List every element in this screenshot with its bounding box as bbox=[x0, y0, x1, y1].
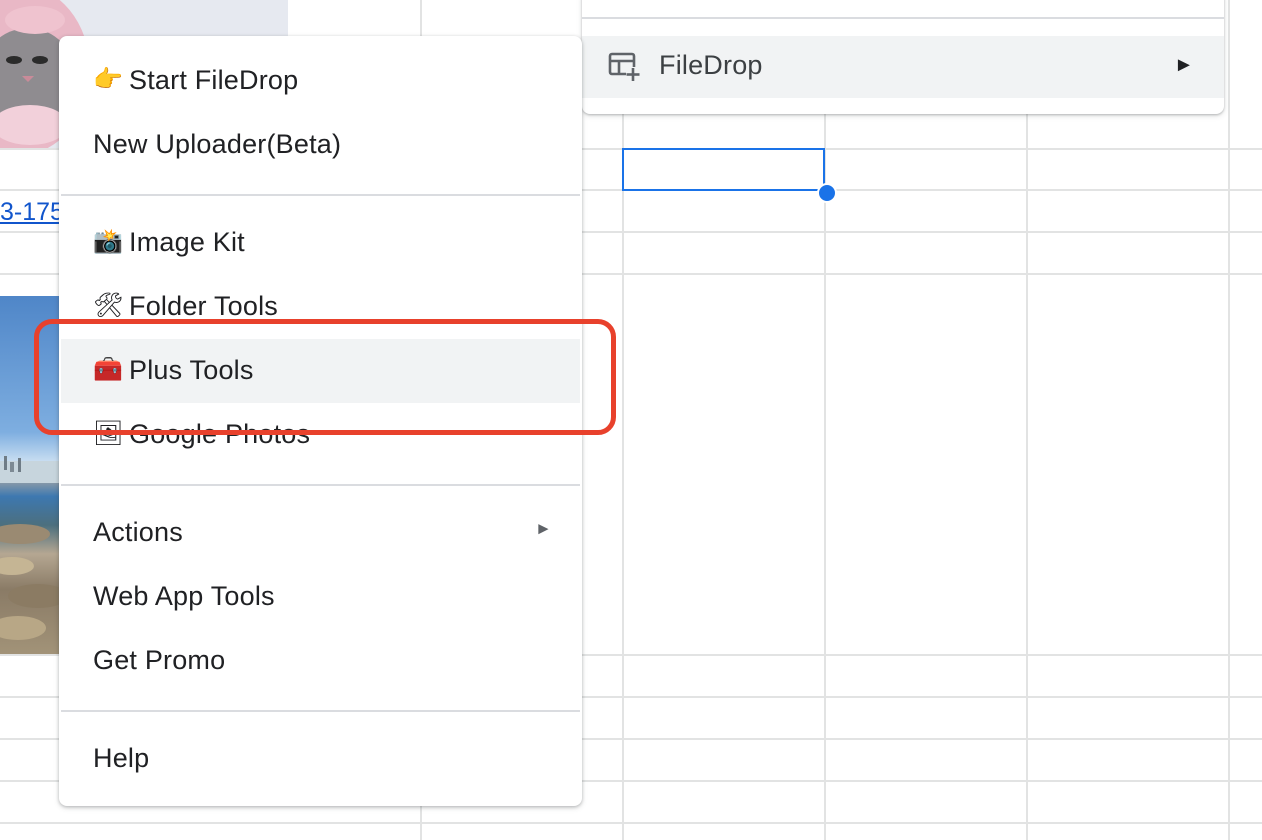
menu-item-label: Help bbox=[93, 743, 150, 773]
row-line bbox=[0, 822, 1262, 824]
menu-item-new-uploader[interactable]: New Uploader(Beta) bbox=[61, 113, 580, 177]
tools-icon: 🛠 bbox=[93, 292, 124, 319]
menu-item-label: FileDrop bbox=[659, 50, 763, 80]
menu-item-help[interactable]: Help bbox=[61, 727, 580, 791]
menu-item-label: New Uploader(Beta) bbox=[93, 129, 342, 159]
menu-item-web-app-tools[interactable]: Web App Tools bbox=[61, 565, 580, 629]
menu-item-actions[interactable]: Actions ► bbox=[61, 501, 580, 565]
selected-cell[interactable] bbox=[622, 148, 825, 191]
camera-flash-icon: 📸 bbox=[93, 228, 123, 255]
menu-item-plus-tools[interactable]: 🧰 Plus Tools bbox=[61, 339, 580, 403]
submenu-arrow-icon: ► bbox=[1174, 54, 1194, 76]
menu-item-image-kit[interactable]: 📸 Image Kit bbox=[61, 211, 580, 275]
menu-item-label: Image Kit bbox=[129, 227, 245, 257]
table-add-icon bbox=[608, 52, 642, 82]
menu-item-label: Google Photos bbox=[129, 419, 311, 449]
lake-image-thumbnail[interactable] bbox=[0, 296, 60, 654]
toolbox-icon: 🧰 bbox=[93, 356, 123, 383]
menu-item-google-photos[interactable]: 🖼 Google Photos bbox=[61, 403, 580, 467]
column-line bbox=[1026, 0, 1028, 840]
menu-separator bbox=[61, 194, 580, 196]
menu-separator bbox=[61, 484, 580, 486]
menu-item-label: Plus Tools bbox=[129, 355, 254, 385]
menu-item-label: Folder Tools bbox=[129, 291, 278, 321]
framed-picture-icon: 🖼 bbox=[93, 420, 124, 447]
menu-item-label: Web App Tools bbox=[93, 581, 275, 611]
menu-item-get-promo[interactable]: Get Promo bbox=[61, 629, 580, 693]
menu-item-filedrop[interactable]: FileDrop ► bbox=[582, 36, 1224, 98]
pointing-hand-icon: 👉 bbox=[93, 66, 123, 93]
filedrop-submenu: 👉 Start FileDrop New Uploader(Beta) 📸 Im… bbox=[59, 36, 582, 806]
extensions-menu: FileDrop ► bbox=[582, 0, 1224, 114]
column-line bbox=[1228, 0, 1230, 840]
cell-link[interactable]: 3-175 bbox=[0, 198, 64, 227]
menu-item-label: Get Promo bbox=[93, 645, 226, 675]
column-line bbox=[622, 0, 624, 840]
menu-item-label: Actions bbox=[93, 517, 183, 547]
menu-item-start-filedrop[interactable]: 👉 Start FileDrop bbox=[61, 49, 580, 113]
submenu-arrow-icon: ► bbox=[535, 519, 552, 538]
menu-separator bbox=[61, 710, 580, 712]
menu-item-folder-tools[interactable]: 🛠 Folder Tools bbox=[61, 275, 580, 339]
menu-separator bbox=[582, 17, 1224, 19]
column-line bbox=[824, 0, 826, 840]
menu-item-label: Start FileDrop bbox=[129, 65, 299, 95]
fill-handle[interactable] bbox=[817, 183, 837, 203]
